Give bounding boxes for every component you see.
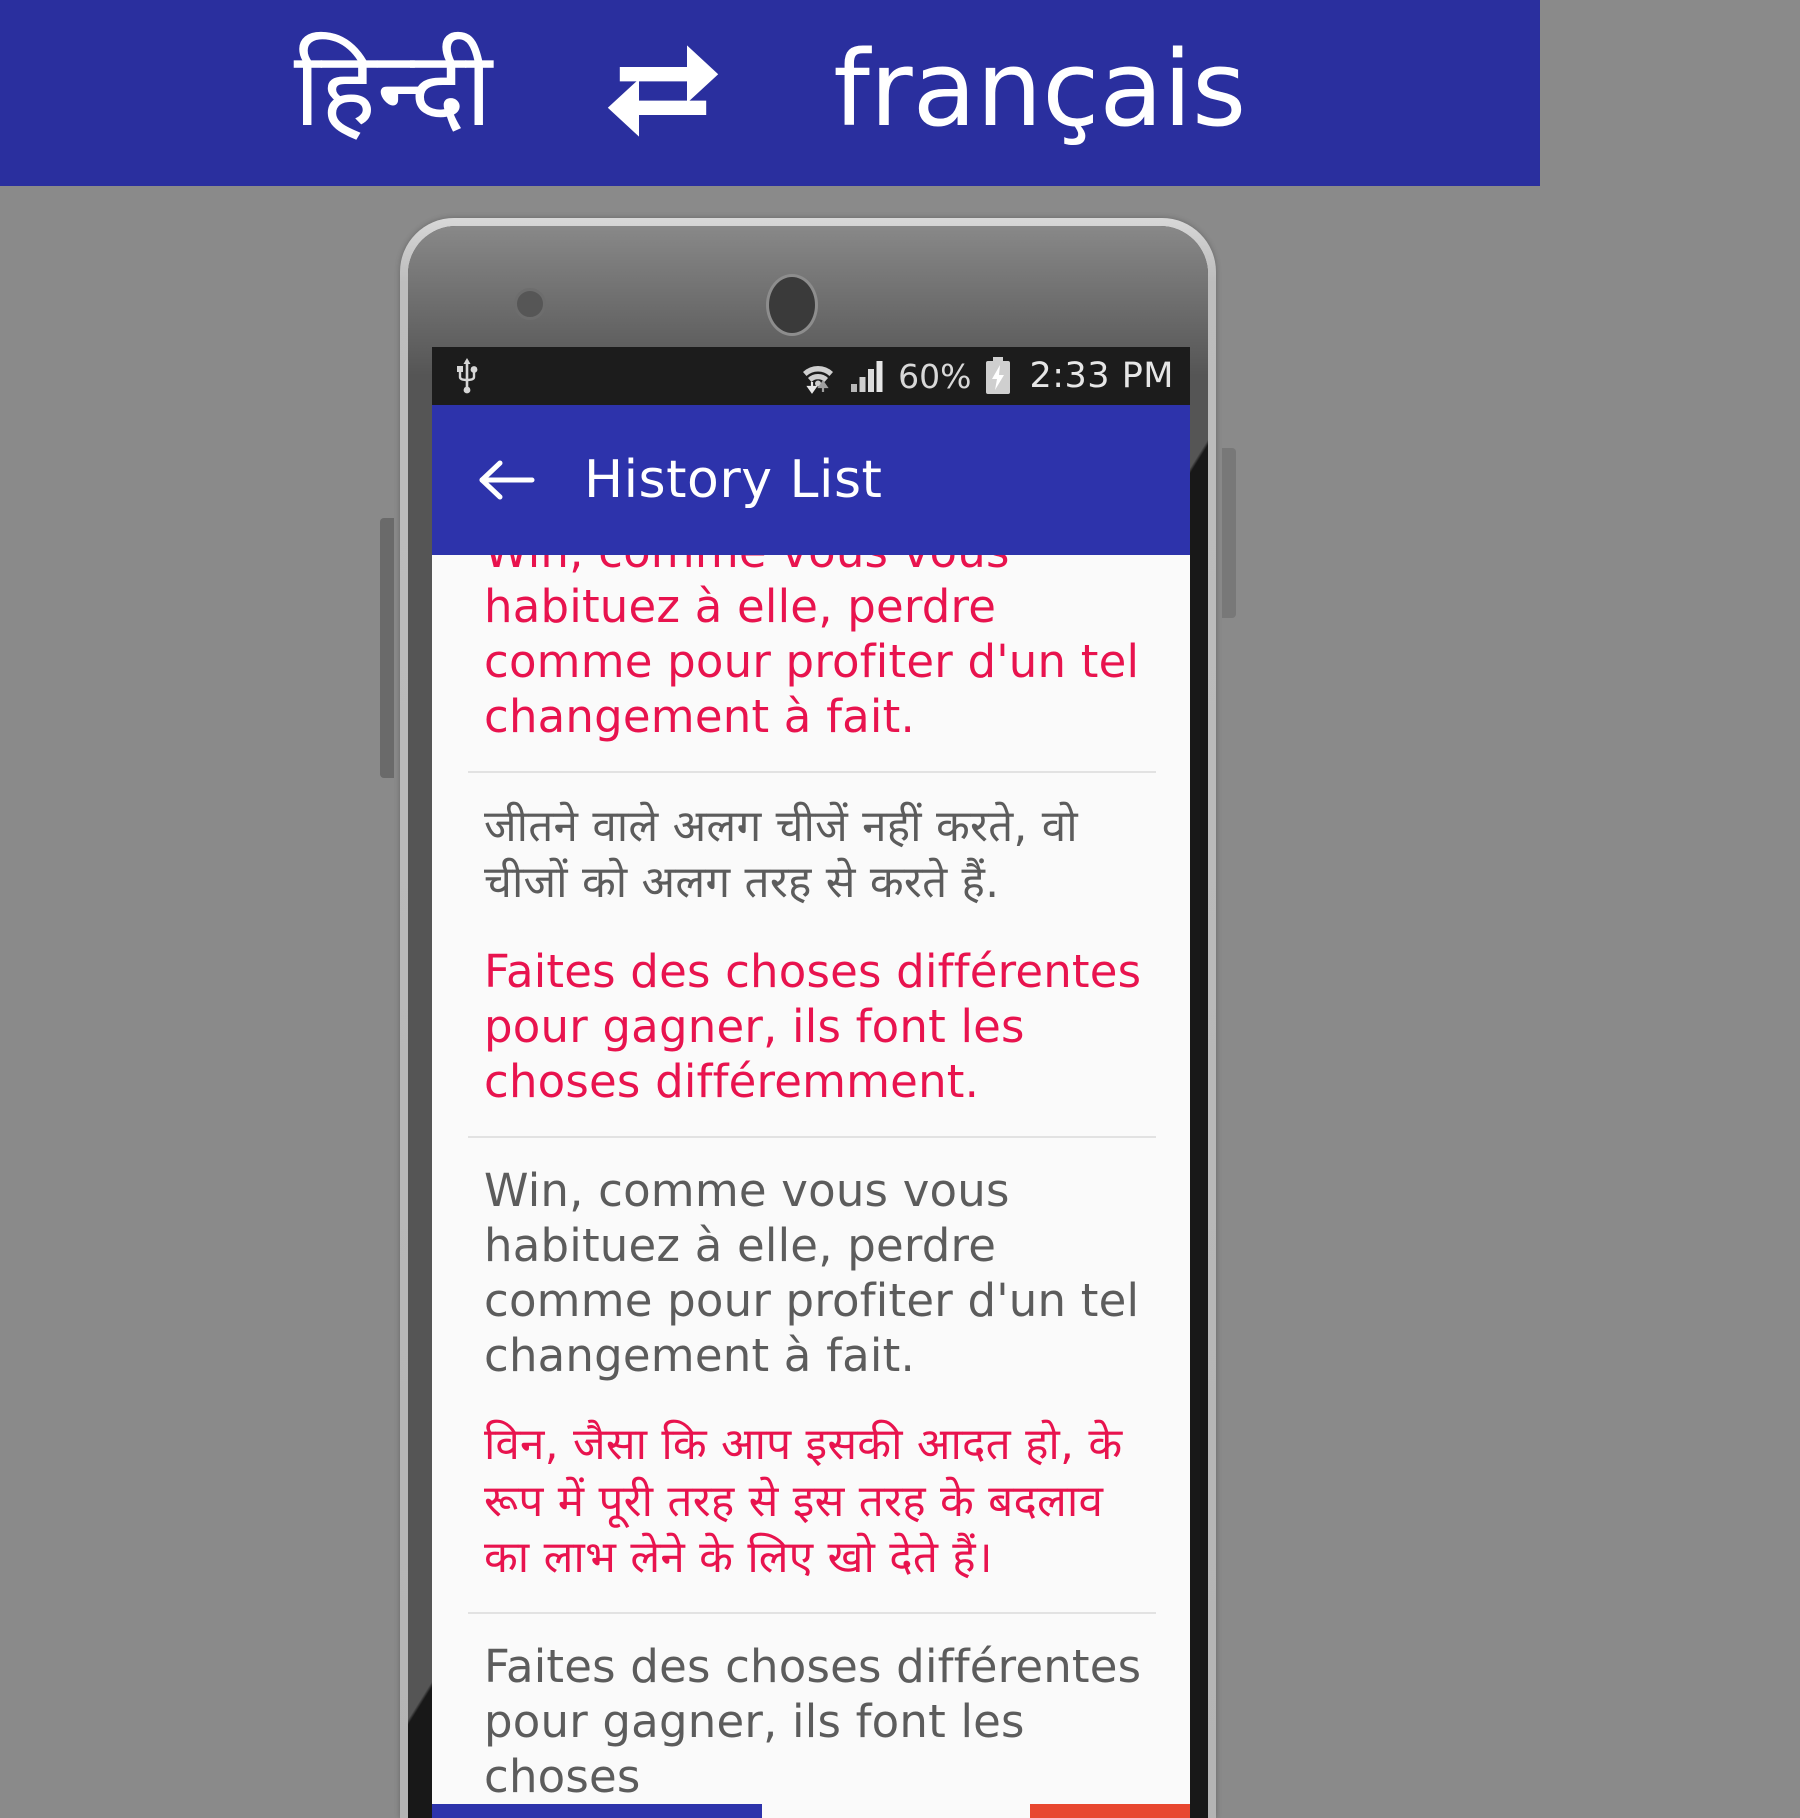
status-bar-left <box>454 358 480 394</box>
list-item[interactable]: Win, comme vous vous habituez à elle, pe… <box>432 1164 1190 1587</box>
phone-mockup: 60% 2:33 PM History List Win, comme vou <box>380 218 1236 1818</box>
phone-screen: 60% 2:33 PM History List Win, comme vou <box>432 347 1190 1818</box>
bottom-accent-spacer <box>762 1804 1030 1818</box>
history-item-source-text: Faites des choses différentes pour gagne… <box>484 1640 1142 1804</box>
earpiece-icon <box>766 274 818 336</box>
wifi-transfer-icon <box>803 366 834 394</box>
status-bar-time: 2:33 PM <box>1029 356 1174 396</box>
promo-target-language: français <box>833 28 1247 150</box>
history-list[interactable]: Win, comme vous vous habituez à elle, pe… <box>432 555 1190 1818</box>
promo-source-language: हिन्दी <box>293 28 494 150</box>
history-item-translated-text: Faites des choses différentes pour gagne… <box>484 945 1142 1108</box>
history-item-source-text: Win, comme vous vous habituez à elle, pe… <box>484 1163 1140 1382</box>
status-bar-right: 60% 2:33 PM <box>798 356 1174 396</box>
promo-banner: हिन्दी français <box>0 0 1540 186</box>
back-arrow-icon[interactable] <box>478 457 536 503</box>
battery-percentage: 60% <box>898 356 972 396</box>
page-title: History List <box>584 450 883 510</box>
list-item[interactable]: Win, comme vous vous habituez à elle, pe… <box>432 555 1190 745</box>
status-bar: 60% 2:33 PM <box>432 347 1190 405</box>
list-divider <box>468 770 1156 773</box>
list-item[interactable]: जीतने वाले अलग चीजें नहीं करते, वो चीजों… <box>432 799 1190 1110</box>
list-divider <box>468 1135 1156 1138</box>
bottom-accent-blue <box>432 1804 762 1818</box>
cellular-signal-icon <box>851 361 883 392</box>
front-camera-icon <box>514 288 546 320</box>
history-item-source-text: Win, comme vous vous habituez à elle, pe… <box>484 555 1140 743</box>
battery-charging-icon <box>986 357 1011 394</box>
list-item[interactable]: Faites des choses différentes pour gagne… <box>432 1640 1190 1805</box>
history-item-translated-text: विन, जैसा कि आप इसकी आदत हो, के रूप में … <box>484 1419 1123 1584</box>
bottom-accent-bar <box>432 1804 1190 1818</box>
history-item-source-text: जीतने वाले अलग चीजें नहीं करते, वो चीजों… <box>484 800 1078 908</box>
app-bar: History List <box>432 405 1190 555</box>
usb-icon <box>457 358 478 394</box>
bottom-accent-red <box>1030 1804 1190 1818</box>
phone-volume-button[interactable] <box>380 518 394 778</box>
phone-power-button[interactable] <box>1222 448 1236 618</box>
list-divider <box>468 1612 1156 1615</box>
swap-repeat-icon[interactable] <box>603 31 723 151</box>
